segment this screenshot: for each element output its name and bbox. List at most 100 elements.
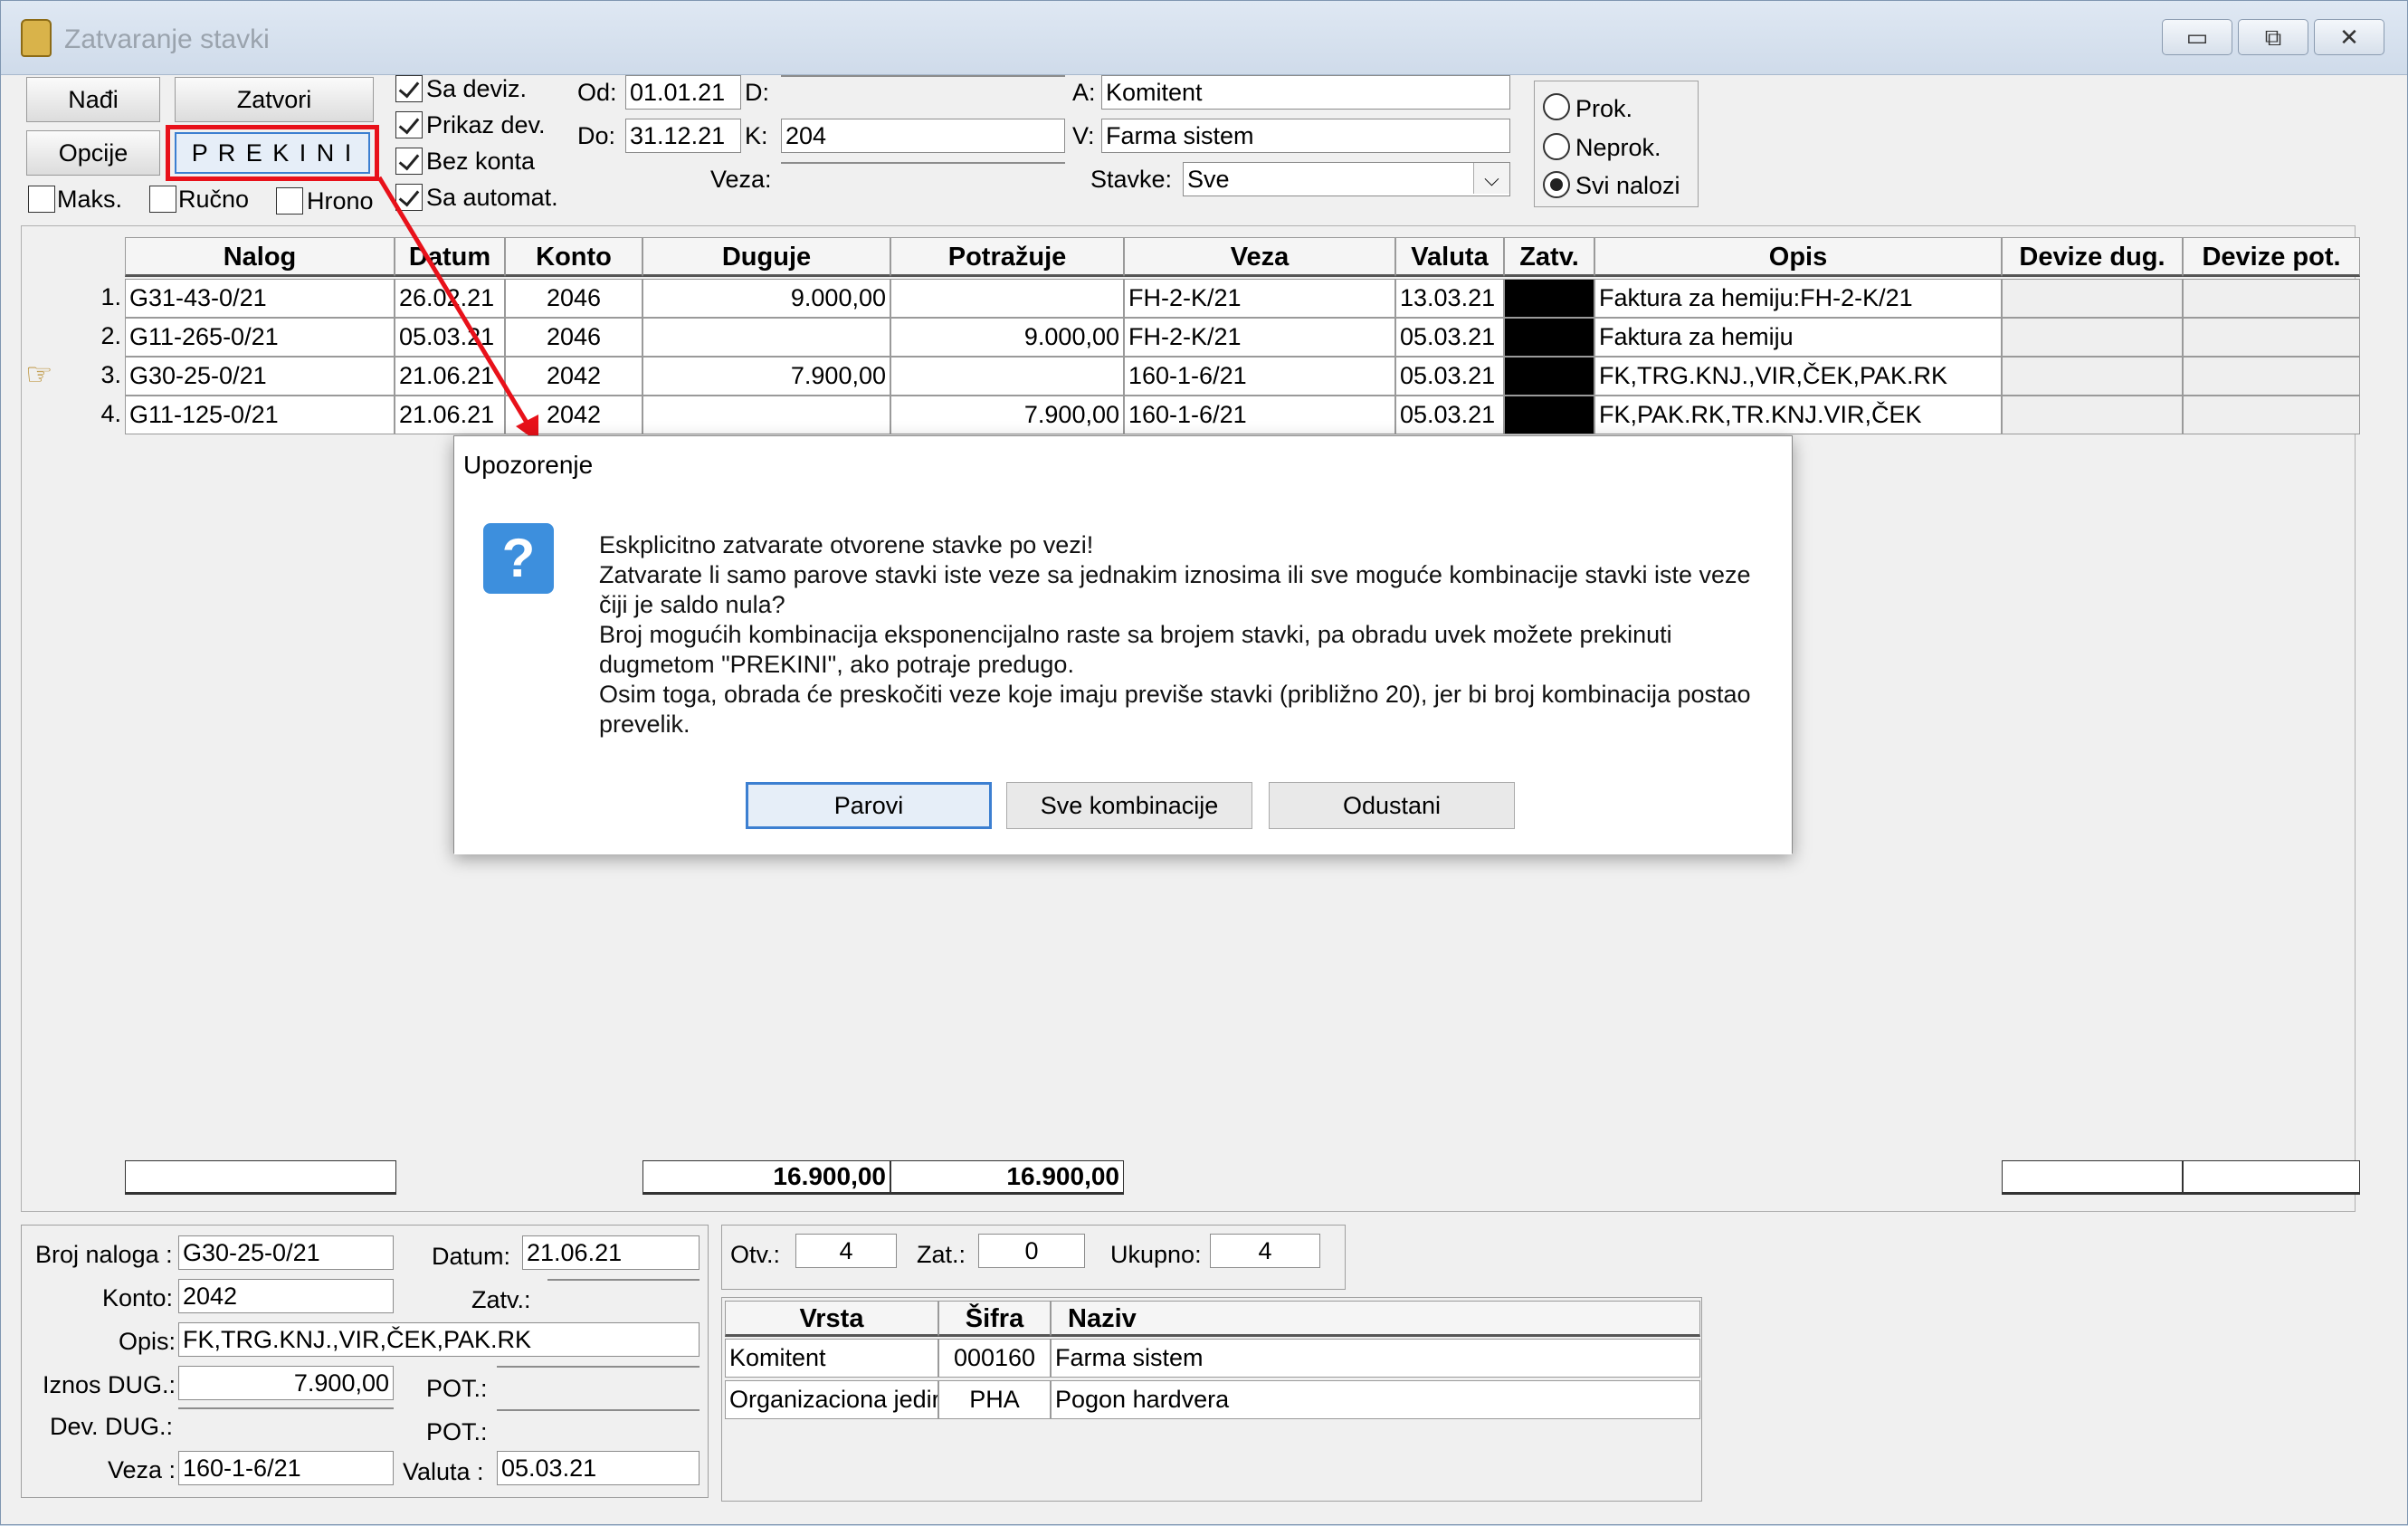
grid-cell-dp[interactable] [2183, 279, 2360, 318]
grid-cell-potrazuje[interactable] [890, 279, 1124, 318]
grid-cell-datum[interactable]: 05.03.21 [395, 318, 505, 357]
grid-cell-opis[interactable]: FK,TRG.KNJ.,VIR,ČEK,PAK.RK [1594, 357, 2002, 396]
veza-field[interactable]: 160-1-6/21 [178, 1451, 394, 1485]
grid-cell-zatv[interactable] [1504, 357, 1594, 396]
valuta-field[interactable]: 05.03.21 [497, 1451, 700, 1485]
stavke-select[interactable]: Sve ⌵ [1183, 162, 1510, 196]
grid-cell-duguje[interactable]: 7.900,00 [642, 357, 890, 396]
konto-field[interactable]: 2042 [178, 1279, 394, 1313]
grid-cell-valuta[interactable]: 05.03.21 [1395, 357, 1504, 396]
zat-field[interactable]: 0 [978, 1234, 1085, 1268]
do-date-field[interactable]: 31.12.21 [625, 119, 741, 153]
analytics-cell-naziv[interactable]: Pogon hardvera [1051, 1380, 1700, 1419]
col-header-naziv[interactable]: Naziv [1051, 1301, 1700, 1337]
grid-cell-valuta[interactable]: 05.03.21 [1395, 396, 1504, 434]
grid-cell-konto[interactable]: 2046 [505, 318, 642, 357]
a-field[interactable]: Komitent [1101, 75, 1510, 110]
grid-cell-potrazuje[interactable]: 7.900,00 [890, 396, 1124, 434]
col-header-nalog[interactable]: Nalog [125, 237, 395, 277]
analytics-cell-sifra[interactable]: PHA [938, 1380, 1051, 1419]
grid-cell-datum[interactable]: 26.02.21 [395, 279, 505, 318]
grid-cell-duguje[interactable] [642, 396, 890, 434]
find-button[interactable]: Nađi [26, 77, 160, 122]
col-header-zatv[interactable]: Zatv. [1504, 237, 1594, 277]
col-header-konto[interactable]: Konto [505, 237, 642, 277]
grid-cell-veza[interactable]: FH-2-K/21 [1124, 279, 1395, 318]
analytics-cell-vrsta[interactable]: Organizaciona jedir [725, 1380, 938, 1419]
v-field[interactable]: Farma sistem [1101, 119, 1510, 153]
grid-cell-potrazuje[interactable] [890, 357, 1124, 396]
grid-cell-duguje[interactable] [642, 318, 890, 357]
grid-cell-opis[interactable]: Faktura za hemiju [1594, 318, 2002, 357]
hrono-checkbox[interactable] [276, 187, 303, 215]
bez-konta-checkbox[interactable] [395, 148, 423, 175]
dev-dug-field[interactable] [178, 1407, 394, 1409]
stop-button[interactable]: P R E K I N I [175, 132, 370, 174]
grid-cell-dp[interactable] [2183, 396, 2360, 434]
grid-cell-dp[interactable] [2183, 318, 2360, 357]
sve-kombinacije-button[interactable]: Sve kombinacije [1006, 782, 1252, 829]
pot2-field[interactable] [497, 1409, 700, 1411]
grid-cell-veza[interactable]: FH-2-K/21 [1124, 318, 1395, 357]
grid-cell-zatv[interactable] [1504, 279, 1594, 318]
col-header-potrazuje[interactable]: Potražuje [890, 237, 1124, 277]
pot1-field[interactable] [497, 1366, 700, 1368]
col-header-vrsta[interactable]: Vrsta [725, 1301, 938, 1337]
grid-cell-opis[interactable]: Faktura za hemiju:FH-2-K/21 [1594, 279, 2002, 318]
grid-cell-opis[interactable]: FK,PAK.RK,TR.KNJ.VIR,ČEK [1594, 396, 2002, 434]
grid-cell-dd[interactable] [2002, 396, 2183, 434]
zatv-field[interactable] [547, 1279, 700, 1281]
grid-cell-nalog[interactable]: G30-25-0/21 [125, 357, 395, 396]
grid-cell-datum[interactable]: 21.06.21 [395, 396, 505, 434]
rucno-checkbox[interactable] [149, 186, 176, 213]
parovi-button[interactable]: Parovi [746, 782, 992, 829]
od-date-field[interactable]: 01.01.21 [625, 75, 741, 110]
maks-checkbox[interactable] [28, 186, 55, 213]
close-button[interactable]: ✕ [2314, 19, 2384, 55]
grid-cell-duguje[interactable]: 9.000,00 [642, 279, 890, 318]
grid-cell-konto[interactable]: 2042 [505, 396, 642, 434]
close-items-button[interactable]: Zatvori [175, 77, 374, 122]
odustani-button[interactable]: Odustani [1269, 782, 1515, 829]
grid-cell-nalog[interactable]: G11-265-0/21 [125, 318, 395, 357]
maximize-button[interactable]: ⧉ [2238, 19, 2308, 55]
datum-field[interactable]: 21.06.21 [522, 1235, 700, 1270]
prikaz-dev-checkbox[interactable] [395, 111, 423, 138]
grid-cell-dd[interactable] [2002, 318, 2183, 357]
grid-cell-dp[interactable] [2183, 357, 2360, 396]
grid-cell-valuta[interactable]: 05.03.21 [1395, 318, 1504, 357]
grid-cell-zatv[interactable] [1504, 318, 1594, 357]
neprok-radio[interactable] [1543, 133, 1570, 160]
col-header-devize-dug[interactable]: Devize dug. [2002, 237, 2183, 277]
analytics-cell-naziv[interactable]: Farma sistem [1051, 1339, 1700, 1378]
otv-field[interactable]: 4 [795, 1234, 897, 1268]
veza-filter-field[interactable] [781, 162, 1065, 164]
analytics-cell-sifra[interactable]: 000160 [938, 1339, 1051, 1378]
grid-cell-datum[interactable]: 21.06.21 [395, 357, 505, 396]
grid-cell-veza[interactable]: 160-1-6/21 [1124, 357, 1395, 396]
grid-cell-zatv[interactable] [1504, 396, 1594, 434]
k-field[interactable]: 204 [781, 119, 1065, 153]
grid-cell-dd[interactable] [2002, 279, 2183, 318]
opis-field[interactable]: FK,TRG.KNJ.,VIR,ČEK,PAK.RK [178, 1322, 700, 1357]
grid-cell-nalog[interactable]: G11-125-0/21 [125, 396, 395, 434]
d-field[interactable] [781, 75, 1065, 77]
analytics-cell-vrsta[interactable]: Komitent [725, 1339, 938, 1378]
iznos-dug-field[interactable]: 7.900,00 [178, 1366, 394, 1400]
broj-field[interactable]: G30-25-0/21 [178, 1235, 394, 1270]
col-header-veza[interactable]: Veza [1124, 237, 1395, 277]
grid-cell-veza[interactable]: 160-1-6/21 [1124, 396, 1395, 434]
grid-cell-konto[interactable]: 2046 [505, 279, 642, 318]
chevron-down-icon[interactable]: ⌵ [1473, 163, 1509, 194]
col-header-valuta[interactable]: Valuta [1395, 237, 1504, 277]
sa-automat-checkbox[interactable] [395, 184, 423, 211]
prok-radio[interactable] [1543, 93, 1570, 120]
ukupno-field[interactable]: 4 [1210, 1234, 1320, 1268]
col-header-duguje[interactable]: Duguje [642, 237, 890, 277]
grid-cell-valuta[interactable]: 13.03.21 [1395, 279, 1504, 318]
grid-cell-dd[interactable] [2002, 357, 2183, 396]
grid-cell-konto[interactable]: 2042 [505, 357, 642, 396]
col-header-datum[interactable]: Datum [395, 237, 505, 277]
grid-cell-nalog[interactable]: G31-43-0/21 [125, 279, 395, 318]
col-header-devize-pot[interactable]: Devize pot. [2183, 237, 2360, 277]
